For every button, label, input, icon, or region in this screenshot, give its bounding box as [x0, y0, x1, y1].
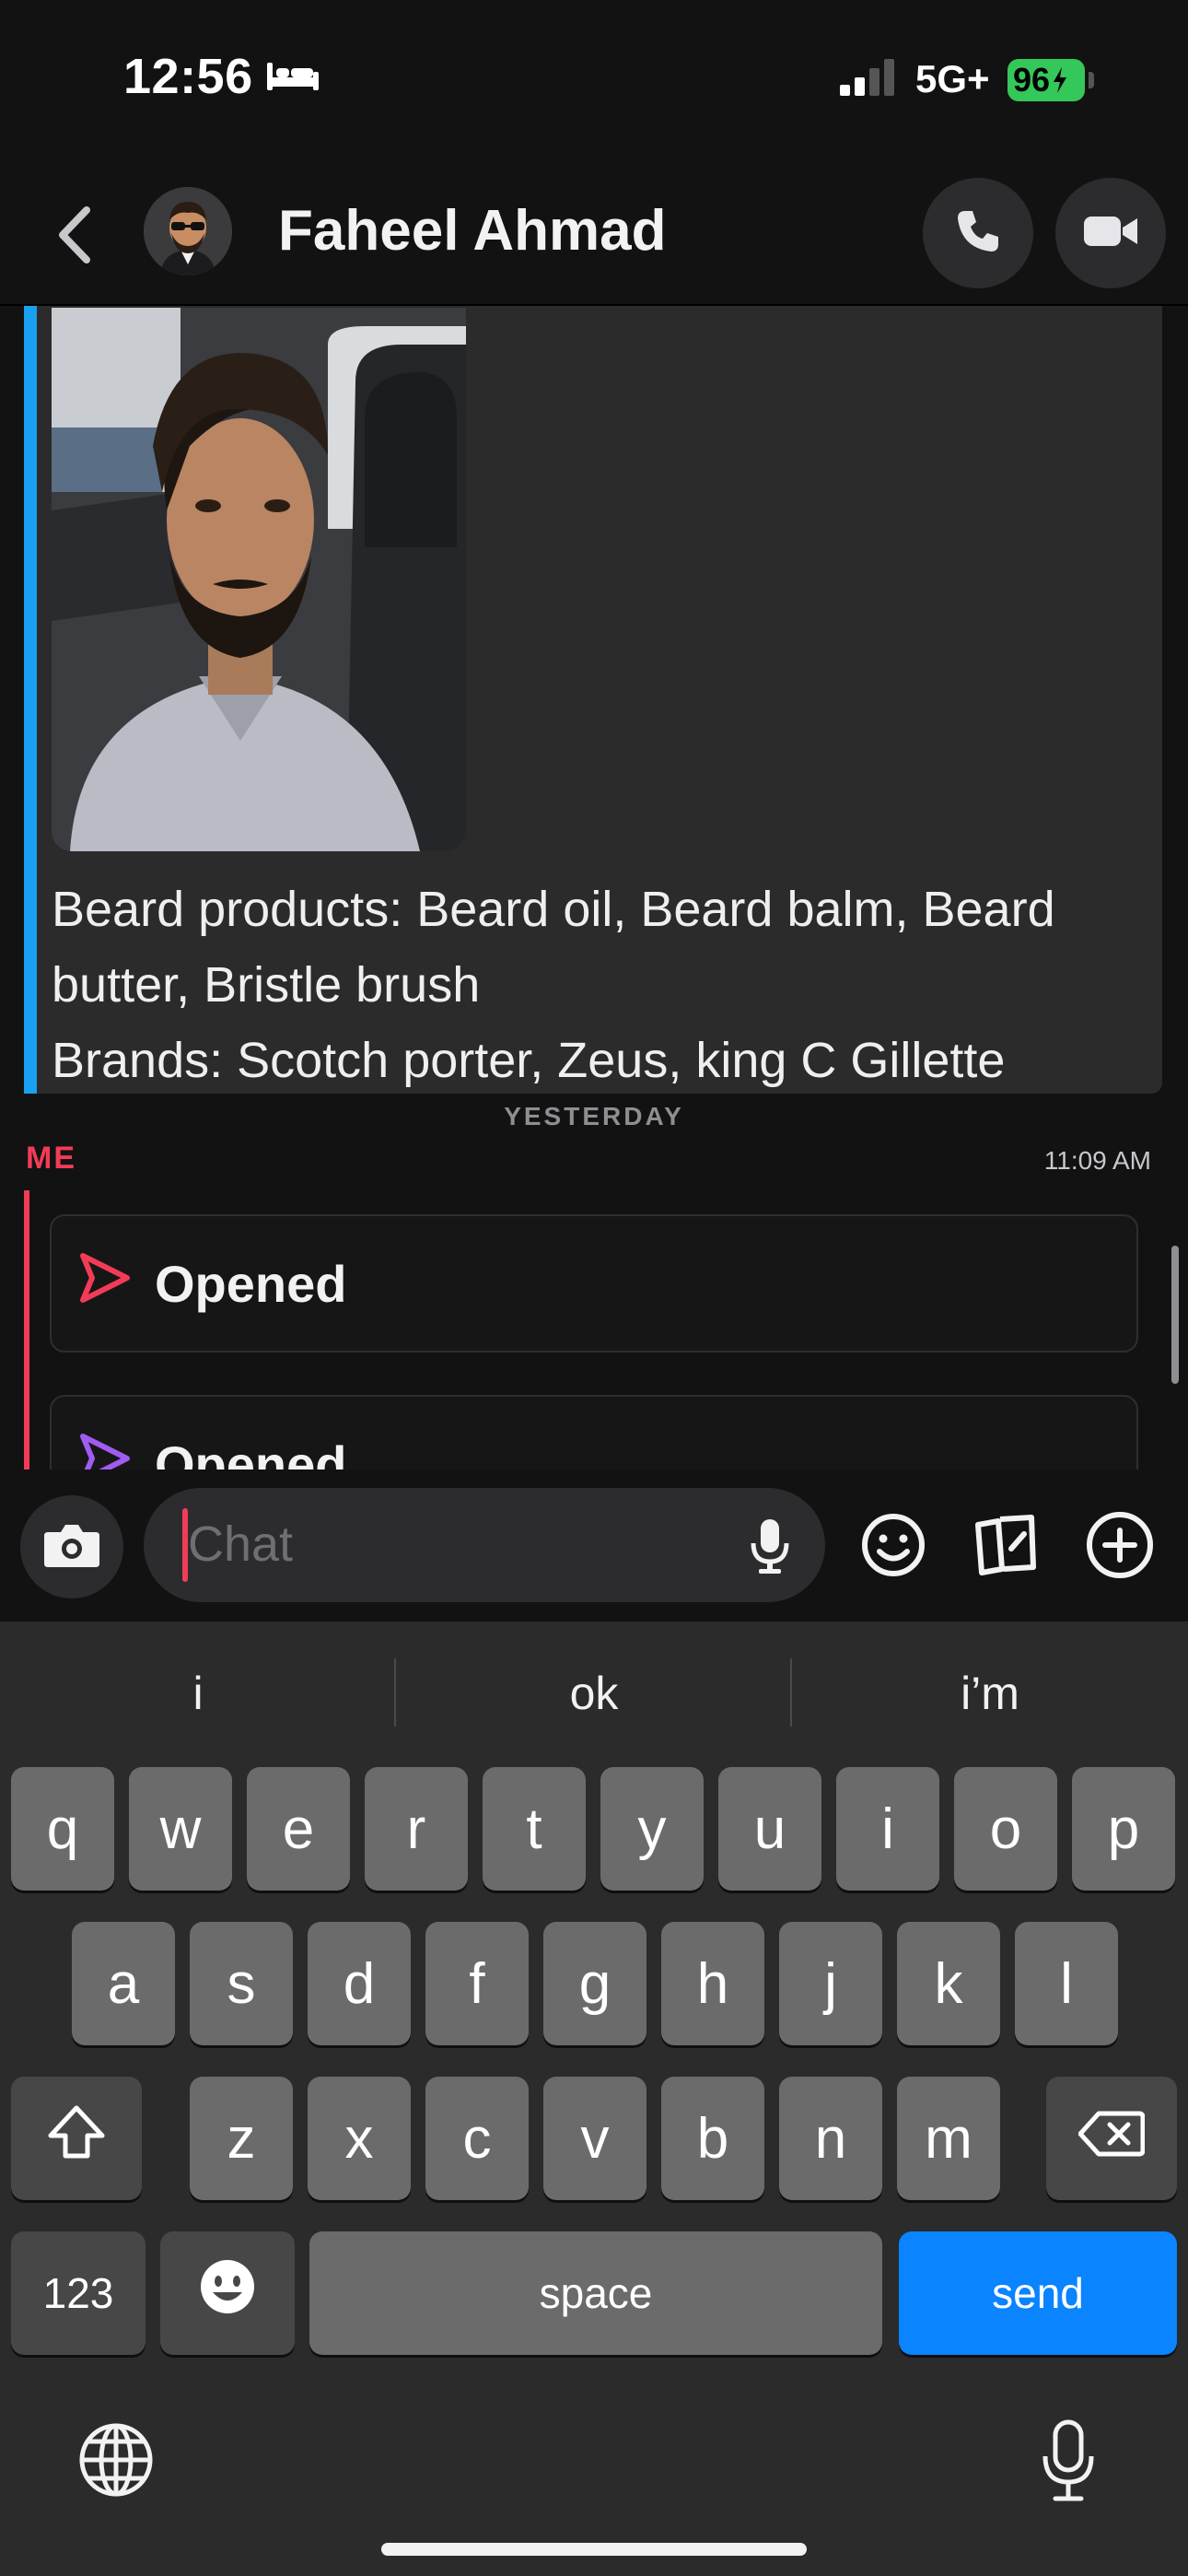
- shift-icon: [47, 2104, 106, 2173]
- chat-header: Faheel Ahmad: [0, 161, 1188, 306]
- scrollbar[interactable]: [1171, 1246, 1179, 1384]
- key-i[interactable]: i: [836, 1767, 939, 1891]
- bed-icon: [265, 59, 320, 97]
- snap-status-label: Opened: [155, 1254, 347, 1313]
- message-list[interactable]: Beard products: Beard oil, Beard balm, B…: [0, 306, 1188, 1469]
- contact-name[interactable]: Faheel Ahmad: [278, 198, 666, 263]
- signal-icon: [838, 57, 899, 102]
- space-key[interactable]: space: [309, 2231, 882, 2355]
- key-p[interactable]: p: [1072, 1767, 1175, 1891]
- backspace-icon: [1077, 2106, 1146, 2172]
- message-text-line-1: Beard products: Beard oil, Beard balm, B…: [52, 882, 1055, 1013]
- mic-icon[interactable]: [750, 1517, 790, 1579]
- back-chevron-icon[interactable]: [46, 202, 101, 268]
- key-r[interactable]: r: [365, 1767, 468, 1891]
- home-indicator[interactable]: [381, 2543, 807, 2556]
- chat-input-bar: Chat: [0, 1469, 1188, 1622]
- message-accent-bar: [24, 306, 37, 1094]
- video-call-button[interactable]: [1055, 178, 1166, 288]
- globe-icon[interactable]: [77, 2421, 155, 2503]
- status-bar: 12:56 5G+ 96: [0, 0, 1188, 161]
- suggestion-2[interactable]: ok: [396, 1658, 792, 1728]
- smiley-icon[interactable]: [853, 1505, 934, 1586]
- key-m[interactable]: m: [897, 2077, 1000, 2200]
- key-v[interactable]: v: [543, 2077, 646, 2200]
- network-label: 5G+: [915, 57, 990, 100]
- keyboard: i ok i’m q w e r t y u i o p a s d f g h…: [0, 1622, 1188, 2576]
- video-icon: [1082, 211, 1139, 256]
- key-t[interactable]: t: [483, 1767, 586, 1891]
- send-key[interactable]: send: [899, 2231, 1177, 2355]
- key-a[interactable]: a: [72, 1922, 175, 2045]
- emoji-key[interactable]: [160, 2231, 295, 2355]
- key-s[interactable]: s: [190, 1922, 293, 2045]
- battery-icon: 96: [1007, 59, 1085, 101]
- avatar[interactable]: [144, 187, 232, 275]
- camera-icon: [42, 1521, 101, 1574]
- delete-key[interactable]: [1046, 2077, 1177, 2200]
- message-text-line-2: Brands: Scotch porter, Zeus, king C Gill…: [52, 1033, 1006, 1088]
- chat-placeholder: Chat: [188, 1516, 294, 1572]
- red-send-arrow-icon: [77, 1250, 133, 1317]
- message-text: Beard products: Beard oil, Beard balm, B…: [52, 872, 1147, 1098]
- camera-button[interactable]: [20, 1495, 123, 1598]
- key-q[interactable]: q: [11, 1767, 114, 1891]
- sent-chat-status[interactable]: Opened: [50, 1395, 1138, 1469]
- key-y[interactable]: y: [600, 1767, 704, 1891]
- key-c[interactable]: c: [425, 2077, 529, 2200]
- purple-send-arrow-icon: [77, 1431, 133, 1469]
- sender-accent-bar: [24, 1190, 29, 1469]
- key-g[interactable]: g: [543, 1922, 646, 2045]
- chat-status-label: Opened: [155, 1434, 347, 1470]
- key-u[interactable]: u: [718, 1767, 821, 1891]
- phone-icon: [954, 207, 1002, 260]
- date-divider: YESTERDAY: [504, 1102, 684, 1130]
- key-w[interactable]: w: [129, 1767, 232, 1891]
- battery-level: 96: [1013, 61, 1051, 99]
- suggestion-3[interactable]: i’m: [792, 1658, 1188, 1728]
- key-j[interactable]: j: [779, 1922, 882, 2045]
- key-z[interactable]: z: [190, 2077, 293, 2200]
- shift-key[interactable]: [11, 2077, 142, 2200]
- phone-call-button[interactable]: [923, 178, 1033, 288]
- status-time: 12:56: [123, 49, 253, 104]
- key-h[interactable]: h: [661, 1922, 764, 2045]
- key-x[interactable]: x: [308, 2077, 411, 2200]
- suggestion-1[interactable]: i: [0, 1658, 396, 1728]
- battery-tip: [1089, 72, 1094, 88]
- shared-photo[interactable]: [52, 308, 466, 851]
- sent-snap-status[interactable]: Opened: [50, 1214, 1138, 1352]
- dictation-mic-icon[interactable]: [1041, 2419, 1096, 2507]
- key-l[interactable]: l: [1015, 1922, 1118, 2045]
- key-o[interactable]: o: [954, 1767, 1057, 1891]
- key-d[interactable]: d: [308, 1922, 411, 2045]
- numbers-key[interactable]: 123: [11, 2231, 146, 2355]
- message-timestamp: 11:09 AM: [1043, 1146, 1151, 1175]
- chat-input[interactable]: Chat: [144, 1488, 825, 1602]
- plus-icon[interactable]: [1079, 1505, 1160, 1586]
- key-n[interactable]: n: [779, 2077, 882, 2200]
- stickers-icon[interactable]: [965, 1505, 1046, 1586]
- key-f[interactable]: f: [425, 1922, 529, 2045]
- key-k[interactable]: k: [897, 1922, 1000, 2045]
- key-e[interactable]: e: [247, 1767, 350, 1891]
- emoji-icon: [198, 2257, 257, 2330]
- key-b[interactable]: b: [661, 2077, 764, 2200]
- sender-label: ME: [26, 1141, 76, 1176]
